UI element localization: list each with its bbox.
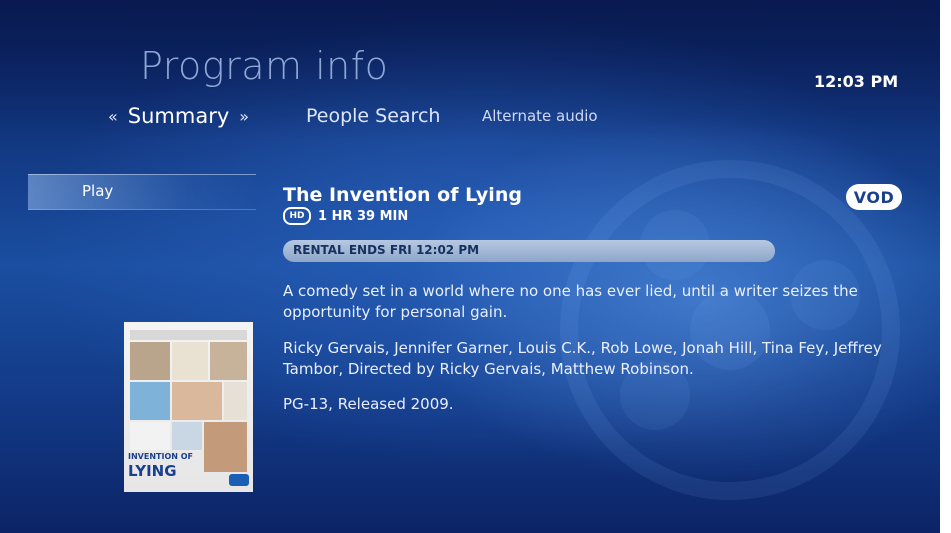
clock: 12:03 PM (814, 72, 899, 91)
poster-photo (172, 422, 202, 450)
poster-photo (130, 342, 170, 380)
bluray-logo-icon (229, 474, 249, 486)
vod-badge: VOD (846, 184, 902, 210)
poster-photo (130, 382, 170, 420)
next-arrow-icon[interactable]: » (239, 107, 249, 126)
rental-status-bar: RENTAL ENDS FRI 12:02 PM (283, 240, 775, 262)
hd-icon: HD (283, 207, 311, 225)
tab-summary-label: Summary (127, 104, 230, 128)
poster-photo (210, 342, 247, 380)
poster-photo (204, 422, 247, 472)
poster-credits-strip (130, 330, 247, 340)
media-center-screen: Program info 12:03 PM « Summary » People… (0, 0, 940, 533)
tab-people-search[interactable]: People Search (306, 100, 440, 132)
tab-alternate-audio[interactable]: Alternate audio (482, 100, 598, 132)
poster-image: INVENTION OF LYING (124, 322, 253, 492)
poster-title-line2: LYING (128, 462, 177, 480)
play-button[interactable]: Play (28, 174, 256, 210)
rental-status-text: RENTAL ENDS FRI 12:02 PM (293, 243, 480, 257)
program-rating-release: PG-13, Released 2009. (283, 395, 454, 413)
program-meta: HD 1 HR 39 MIN (283, 207, 408, 225)
program-duration: 1 HR 39 MIN (318, 208, 409, 224)
poster-photo (224, 382, 247, 420)
poster-title-line1: INVENTION OF (128, 452, 194, 461)
poster-photo (130, 422, 170, 450)
tab-summary[interactable]: « Summary » (108, 100, 249, 132)
poster-photo (172, 382, 222, 420)
program-cast: Ricky Gervais, Jennifer Garner, Louis C.… (283, 339, 882, 378)
program-description: A comedy set in a world where no one has… (283, 282, 858, 321)
program-title: The Invention of Lying (283, 184, 522, 206)
play-button-label: Play (82, 182, 114, 200)
prev-arrow-icon[interactable]: « (108, 107, 118, 126)
page-title: Program info (140, 44, 389, 88)
poster-photo (172, 342, 208, 380)
